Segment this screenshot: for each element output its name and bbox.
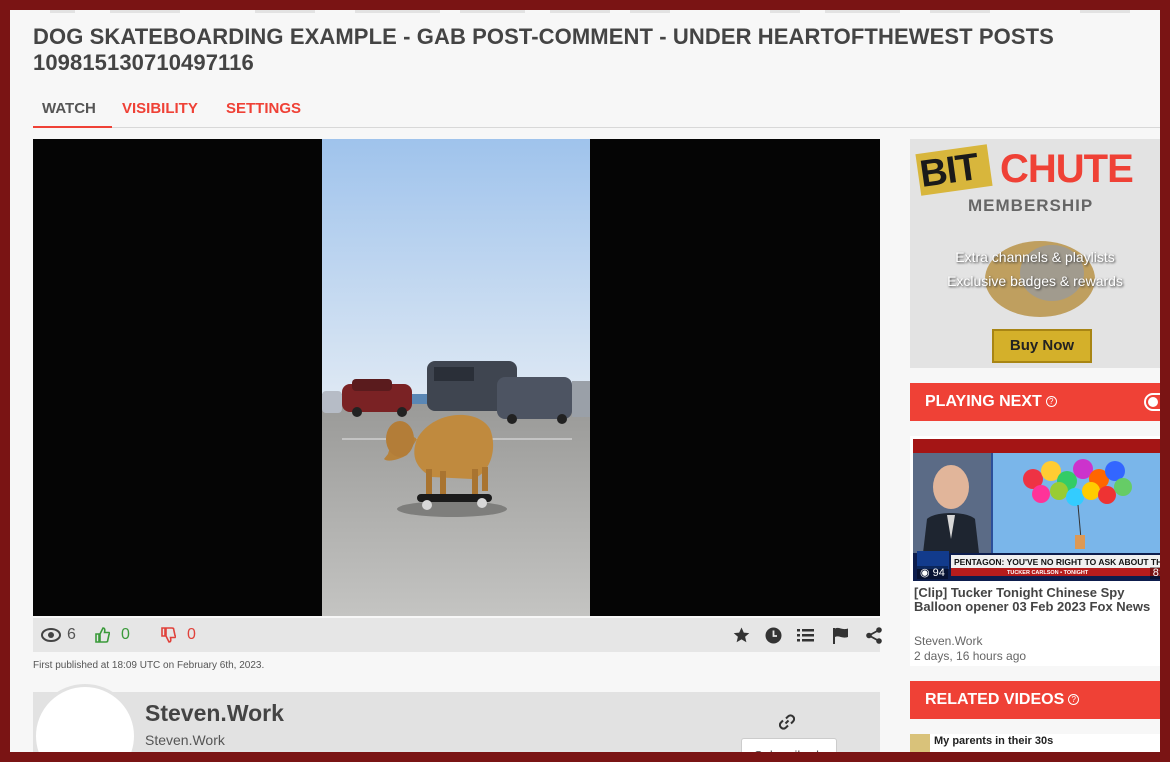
flag-icon: [833, 627, 848, 644]
channel-handle[interactable]: Steven.Work: [145, 732, 225, 748]
top-nav-stub: [355, 10, 440, 13]
thumbs-up-icon: [95, 627, 110, 643]
next-thumbnail-image: PENTAGON: YOU'VE NO RIGHT TO ASK ABOUT T…: [913, 439, 1160, 581]
link-icon: [778, 714, 796, 730]
ad-line-1: Extra channels & playlists: [955, 249, 1115, 265]
video-player[interactable]: [33, 139, 880, 616]
top-nav-stub: [460, 10, 525, 13]
video-tabs: WATCH VISIBILITY SETTINGS: [33, 96, 1160, 128]
video-stats-bar: 6 0 0: [33, 618, 882, 652]
channel-name[interactable]: Steven.Work: [145, 700, 284, 727]
tab-watch[interactable]: WATCH: [42, 100, 96, 117]
related-videos-title: RELATED VIDEOS: [925, 691, 1065, 708]
share-button[interactable]: [866, 618, 882, 652]
subscribe-button[interactable]: Subscribed: [741, 738, 837, 752]
top-nav-stub: [630, 10, 670, 13]
next-views: 94: [932, 567, 945, 579]
playing-next-header: PLAYING NEXT?: [910, 383, 1160, 421]
favorite-button[interactable]: [733, 618, 750, 652]
top-nav-stub: [1080, 10, 1130, 13]
playlist-button[interactable]: [797, 618, 814, 652]
dislikes-value: 0: [187, 626, 196, 643]
top-nav-stub: [825, 10, 900, 13]
related-thumb-text: My parents in their 30s: [934, 735, 1054, 747]
next-views-badge: ◉ 94: [917, 566, 948, 579]
thumbnail-chyron: PENTAGON: YOU'VE NO RIGHT TO ASK ABOUT T…: [954, 557, 1160, 567]
next-duration: 8:3: [1149, 567, 1160, 579]
like-button[interactable]: 0: [95, 618, 130, 652]
active-tab-indicator: [33, 126, 112, 128]
dog-skateboarding-frame: [322, 139, 590, 616]
top-nav-stub: [50, 10, 75, 13]
ad-subtitle: MEMBERSHIP: [968, 196, 1094, 215]
views-value: 6: [67, 626, 76, 643]
thumbnail-chyron-sub: TUCKER CARLSON • TONIGHT: [1007, 570, 1089, 576]
top-nav-stub: [770, 10, 800, 13]
next-video-title[interactable]: [Clip] Tucker Tonight Chinese Spy Balloo…: [914, 586, 1159, 614]
next-video-age: 2 days, 16 hours ago: [914, 649, 1027, 663]
next-video-channel[interactable]: Steven.Work: [914, 634, 982, 648]
tab-visibility[interactable]: VISIBILITY: [122, 100, 198, 117]
channel-avatar[interactable]: [33, 684, 137, 752]
playing-next-title: PLAYING NEXT: [925, 393, 1042, 410]
ad-brand-left: BIT: [917, 146, 981, 196]
buy-now-button[interactable]: Buy Now: [992, 329, 1092, 363]
ad-brand-right: CHUTE: [1000, 147, 1134, 191]
watch-later-button[interactable]: [765, 618, 782, 652]
page-frame: DOG SKATEBOARDING EXAMPLE - GAB POST-COM…: [10, 10, 1160, 752]
help-icon[interactable]: ?: [1045, 396, 1057, 407]
channel-box: Steven.Work Steven.Work Subscribed: [33, 684, 880, 752]
next-video-thumbnail[interactable]: PENTAGON: YOU'VE NO RIGHT TO ASK ABOUT T…: [913, 439, 1160, 581]
video-frame: [322, 139, 590, 616]
ad-line-2: Exclusive badges & rewards: [947, 273, 1123, 289]
report-button[interactable]: [832, 618, 849, 652]
autoplay-toggle[interactable]: [1144, 393, 1160, 411]
clock-icon: [765, 627, 782, 643]
views-count: 6: [41, 618, 76, 652]
top-nav-stub: [255, 10, 315, 13]
top-nav-stub: [110, 10, 180, 13]
help-icon[interactable]: ?: [1068, 694, 1080, 705]
dislike-button[interactable]: 0: [161, 618, 196, 652]
eye-icon: [41, 628, 61, 642]
eye-icon: ◉: [920, 567, 930, 579]
publish-date: First published at 18:09 UTC on February…: [33, 660, 265, 671]
related-videos-header: RELATED VIDEOS?: [910, 681, 1160, 719]
star-icon: [733, 627, 750, 643]
related-video-thumbnail[interactable]: My parents in their 30s: [910, 734, 1160, 752]
tab-settings[interactable]: SETTINGS: [226, 100, 301, 117]
membership-ad[interactable]: BIT CHUTE MEMBERSHIP Extra channels & pl…: [910, 139, 1160, 368]
playlist-icon: [797, 629, 814, 642]
thumbs-down-icon: [161, 627, 176, 643]
related-thumb-strip: [910, 734, 930, 752]
likes-value: 0: [121, 626, 130, 643]
share-icon: [866, 626, 882, 644]
top-nav-stub: [930, 10, 990, 13]
top-nav-stub: [550, 10, 610, 13]
playing-next-card[interactable]: PENTAGON: YOU'VE NO RIGHT TO ASK ABOUT T…: [910, 436, 1160, 666]
video-title: DOG SKATEBOARDING EXAMPLE - GAB POST-COM…: [33, 24, 1054, 75]
channel-link-button[interactable]: [778, 714, 796, 735]
